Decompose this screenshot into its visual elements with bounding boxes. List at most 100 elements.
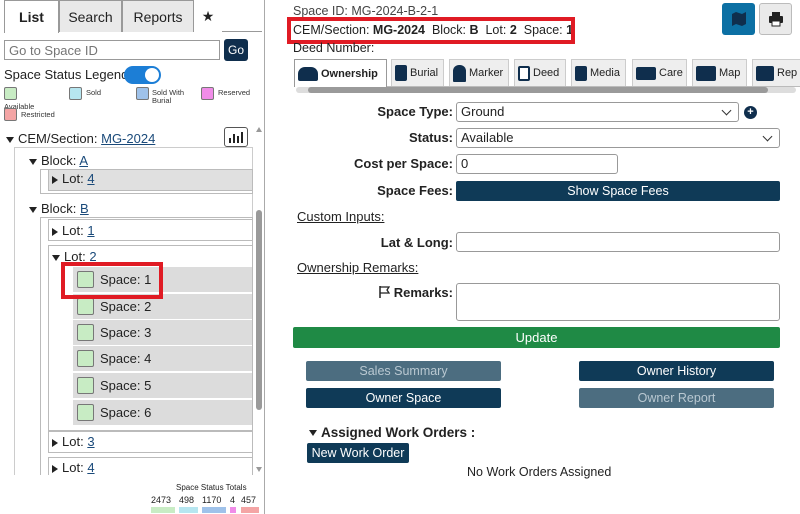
scroll-thumb[interactable] (256, 210, 262, 410)
caret-right-icon (52, 227, 58, 236)
flag-icon (379, 286, 391, 298)
map-icon (696, 65, 716, 81)
status-select[interactable]: Available (456, 128, 780, 148)
list-icon (756, 65, 774, 81)
caret-down-icon (29, 158, 37, 165)
document-icon (518, 65, 530, 81)
tab-search[interactable]: Search (59, 0, 122, 32)
tree-space-4[interactable]: Space: 4 (73, 345, 252, 371)
tabs-scroll-thumb[interactable] (308, 87, 768, 93)
space-status-icon (77, 298, 94, 315)
tab-map[interactable]: Map (692, 59, 747, 86)
caret-right-icon (52, 438, 58, 447)
caret-right-icon (52, 175, 58, 184)
tab-deed[interactable]: Deed (514, 59, 566, 86)
legend-label-sold-burial: Sold With Burial (152, 88, 185, 105)
tab-ownership[interactable]: Ownership (294, 59, 387, 87)
space-type-select[interactable]: Ground (456, 102, 739, 122)
total-bar-reserved (230, 507, 236, 513)
tombstone-icon (453, 64, 466, 82)
tree-block-a[interactable]: Block: A (29, 153, 88, 168)
tab-reports[interactable]: Reports (122, 0, 194, 32)
tree-lot-b3[interactable]: Lot: 3 (52, 434, 95, 449)
remarks-textarea[interactable] (456, 283, 780, 321)
show-space-fees-button[interactable]: Show Space Fees (456, 181, 780, 201)
deed-number: Deed Number: (293, 41, 375, 55)
space-status-icon (77, 324, 94, 341)
ownership-remarks-heading: Ownership Remarks: (297, 260, 419, 275)
caret-down-icon (6, 136, 14, 143)
tree-cem[interactable]: CEM/Section: MG-2024 (6, 131, 155, 146)
legend-swatch-sold-burial (136, 87, 149, 100)
go-button[interactable]: Go (224, 39, 248, 61)
legend-swatch-sold (69, 87, 82, 100)
space-status-icon (77, 377, 94, 394)
legend-label-restricted: Restricted (21, 110, 55, 119)
goto-space-input[interactable] (4, 40, 220, 60)
total-bar-sold (179, 507, 198, 513)
legend-swatch-reserved (201, 87, 214, 100)
scroll-down-icon[interactable] (256, 467, 262, 472)
work-orders-heading[interactable]: Assigned Work Orders : (309, 425, 475, 440)
tab-care[interactable]: Care (632, 59, 687, 86)
tree-block-b[interactable]: Block: B (29, 201, 89, 216)
total-restricted: 457 (241, 495, 257, 505)
cost-label: Cost per Space: (354, 156, 453, 171)
lat-long-label: Lat & Long: (380, 235, 453, 250)
tree-lot-a4[interactable]: Lot: 4 (52, 171, 95, 186)
space-id: Space ID: MG-2024-B-2-1 (293, 4, 439, 18)
space-status-icon (77, 350, 94, 367)
legend-label-reserved: Reserved (218, 88, 251, 97)
money-icon (636, 66, 656, 80)
no-work-orders-text: No Work Orders Assigned (467, 465, 612, 479)
tree-space-3[interactable]: Space: 3 (73, 319, 252, 345)
legend-toggle[interactable] (124, 66, 161, 84)
chevron-down-icon (721, 105, 732, 116)
tree-cem-link[interactable]: MG-2024 (101, 131, 155, 146)
burial-icon (395, 65, 407, 81)
total-sold: 498 (179, 495, 195, 505)
image-file-icon (575, 65, 587, 81)
print-icon (768, 12, 783, 27)
remarks-label: Remarks: (379, 285, 453, 300)
new-work-order-button[interactable]: New Work Order (307, 443, 409, 463)
legend-title: Space Status Legend: (4, 67, 132, 82)
tree-lot-b1[interactable]: Lot: 1 (52, 223, 95, 238)
total-sold-burial: 1170 (202, 495, 222, 505)
owner-history-button[interactable]: Owner History (579, 361, 774, 381)
tree-space-5[interactable]: Space: 5 (73, 372, 252, 398)
total-bar-sold-burial (202, 507, 226, 513)
update-button[interactable]: Update (293, 327, 780, 348)
add-space-type-icon[interactable]: + (744, 106, 757, 119)
tab-favorites[interactable]: ★ (194, 0, 222, 32)
map-icon (731, 12, 746, 26)
tab-burial[interactable]: Burial (391, 59, 444, 86)
print-button[interactable] (759, 3, 792, 35)
scroll-up-icon[interactable] (256, 127, 262, 132)
map-button[interactable] (722, 3, 755, 35)
space-fees-label: Space Fees: (377, 183, 453, 198)
custom-inputs-heading: Custom Inputs: (297, 209, 385, 224)
lat-long-input[interactable] (456, 232, 780, 252)
totals-title: Space Status Totals (176, 483, 247, 492)
tabs-scrollbar[interactable] (296, 87, 796, 93)
tree-space-6[interactable]: Space: 6 (73, 399, 252, 425)
tab-media[interactable]: Media (571, 59, 626, 86)
tree-lot-b4[interactable]: Lot: 4 (52, 460, 95, 475)
legend-swatch-available (4, 87, 17, 100)
chart-icon[interactable] (224, 127, 248, 147)
detail-tabs: Ownership Burial Marker Deed Media Care … (294, 59, 800, 87)
total-reserved: 4 (230, 495, 236, 505)
sales-summary-button[interactable]: Sales Summary (306, 361, 501, 381)
tab-marker[interactable]: Marker (449, 59, 509, 86)
tab-list[interactable]: List (4, 0, 59, 33)
left-tabs: List Search Reports ★ (4, 0, 262, 33)
status-label: Status: (408, 130, 453, 145)
owner-report-button[interactable]: Owner Report (579, 388, 774, 408)
space-tree: CEM/Section: MG-2024 Block: A Lot: 4 Blo… (0, 125, 255, 475)
tab-reports[interactable]: Rep (752, 59, 800, 86)
tree-scrollbar[interactable] (255, 125, 264, 475)
cost-input[interactable]: 0 (456, 154, 618, 174)
owner-space-button[interactable]: Owner Space (306, 388, 501, 408)
legend-swatch-restricted (4, 108, 17, 121)
